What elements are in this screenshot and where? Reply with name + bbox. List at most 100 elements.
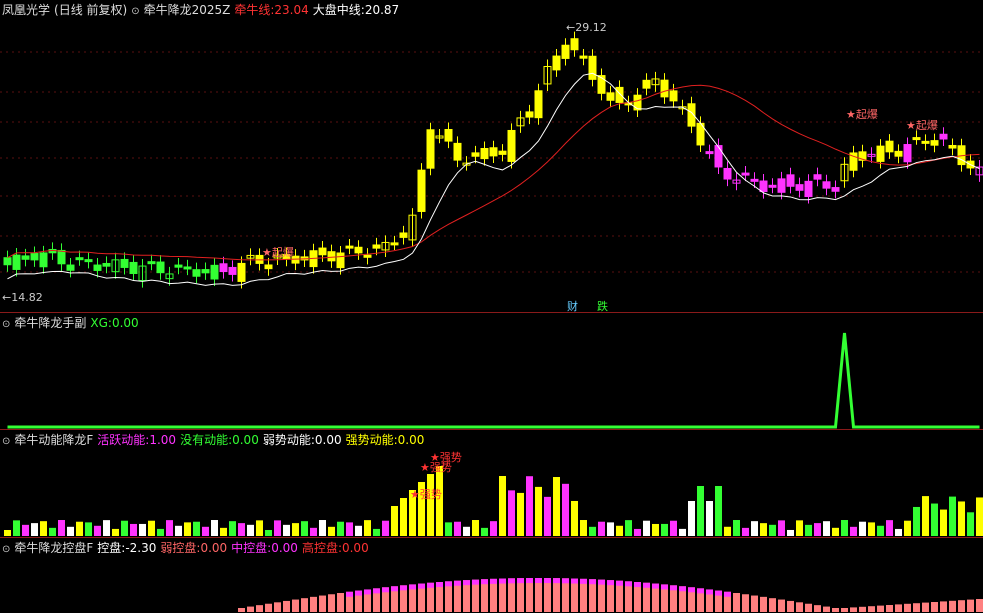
candle-body (912, 137, 921, 141)
momentum-bar (211, 520, 218, 536)
control-bar-top (544, 578, 551, 584)
collapse-icon[interactable]: ⊙ (2, 436, 10, 447)
event-label-drop[interactable]: 跌 (597, 298, 608, 312)
control-bar-top (580, 578, 587, 584)
candle-body (3, 257, 12, 266)
candle-body (336, 252, 345, 269)
control-bar (274, 602, 281, 612)
candle-body (444, 129, 453, 142)
control-bar (328, 594, 335, 612)
control-bar-top (616, 580, 623, 586)
momentum-bar (454, 521, 461, 536)
momentum-bar (49, 527, 56, 536)
control-bar (238, 608, 245, 612)
control-bar-top (607, 580, 614, 586)
momentum-bar (580, 520, 587, 536)
control-bar-top (517, 578, 524, 584)
candle-body (930, 140, 939, 146)
candle-body (399, 232, 408, 238)
momentum-bar (895, 528, 902, 536)
momentum-bar (931, 503, 938, 536)
line1-label: 牵牛线: (234, 3, 275, 17)
momentum-bar (553, 477, 560, 536)
momentum-bar (517, 492, 524, 536)
collapse-icon[interactable]: ⊙ (131, 6, 139, 17)
momentum-bar (157, 528, 164, 536)
candle-body (147, 261, 156, 265)
control-bar-top (688, 587, 695, 593)
control-bar-top (625, 581, 632, 587)
xg-value: 0.00 (111, 316, 139, 330)
candle-body (498, 150, 507, 155)
candle-body (894, 150, 903, 157)
control-bar-top (670, 585, 677, 591)
collapse-icon[interactable]: ⊙ (2, 544, 10, 555)
control-bar (571, 578, 578, 612)
momentum-bar (571, 500, 578, 536)
candle-body (354, 246, 363, 254)
item-label: 弱势动能: (262, 433, 315, 447)
control-bar-top (427, 582, 434, 588)
event-label-finance[interactable]: 财 (567, 298, 578, 312)
candle-body (201, 269, 210, 274)
candle-body (183, 266, 192, 270)
candle-body (588, 55, 597, 80)
candle-body (606, 92, 615, 101)
control-panel[interactable]: ⊙ 牵牛降龙控盘F 控盘:-2.30 弱控盘:0.00 中控盘:0.00 高控盘:0.00 (0, 538, 983, 613)
momentum-bar (463, 526, 470, 536)
control-bar-top (391, 586, 398, 592)
momentum-bar (661, 523, 668, 536)
collapse-icon[interactable]: ⊙ (2, 319, 10, 330)
momentum-bar (193, 521, 200, 536)
control-bar (958, 600, 965, 612)
control-bar-top (463, 580, 470, 586)
signal-label: ★起爆 (262, 246, 294, 259)
momentum-bar (751, 521, 758, 536)
momentum-bar (652, 523, 659, 536)
candle-body (750, 178, 759, 182)
candle-body (66, 264, 75, 271)
candle-body (786, 174, 795, 187)
candlestick-chart[interactable] (0, 0, 983, 312)
momentum-bar (283, 524, 290, 536)
control-bar-top (355, 590, 362, 596)
momentum-bar (499, 476, 506, 536)
candle-body (39, 252, 48, 268)
momentum-bar (913, 506, 920, 536)
control-bar-top (490, 578, 497, 584)
momentum-bar (886, 520, 893, 536)
xg-panel[interactable]: ⊙ 牵牛降龙手副 XG:0.00 (0, 313, 983, 429)
ma-line-white (7, 72, 980, 286)
main-chart-panel[interactable]: 凤凰光学 (日线 前复权) ⊙ 牵牛降龙2025Z 牵牛线:23.04 大盘中线:20.8… (0, 0, 983, 312)
momentum-bar (589, 526, 596, 536)
momentum-bar (67, 526, 74, 536)
momentum-bar (112, 528, 119, 536)
momentum-bar (382, 520, 389, 536)
control-bar-top (436, 582, 443, 588)
momentum-bar (922, 496, 929, 536)
candle-body (525, 111, 534, 118)
period-label: (日线 前复权) (54, 3, 128, 17)
momentum-bar (472, 520, 479, 536)
candle-body (642, 79, 651, 89)
momentum-bar (364, 520, 371, 536)
xg-header: ⊙ 牵牛降龙手副 XG:0.00 (2, 314, 143, 332)
momentum-bar (265, 529, 272, 536)
momentum-bar (940, 509, 947, 536)
momentum-bar (310, 527, 317, 536)
momentum-bar (778, 520, 785, 536)
candle-body (660, 79, 669, 98)
momentum-bar (481, 527, 488, 536)
momentum-bar (877, 525, 884, 536)
momentum-bar (625, 520, 632, 536)
item-label: 强势动能: (345, 433, 398, 447)
xg-line-chart[interactable] (0, 313, 983, 429)
candle-body (129, 261, 138, 275)
momentum-bar (643, 520, 650, 536)
candle-body (795, 184, 804, 191)
momentum-bar (58, 520, 65, 536)
momentum-bar (544, 496, 551, 536)
control-bar (769, 598, 776, 612)
momentum-bar (328, 526, 335, 536)
momentum-panel[interactable]: ⊙ 牵牛动能降龙F 活跃动能:1.00 没有动能:0.00 弱势动能:0.00 强势动能:… (0, 430, 983, 537)
